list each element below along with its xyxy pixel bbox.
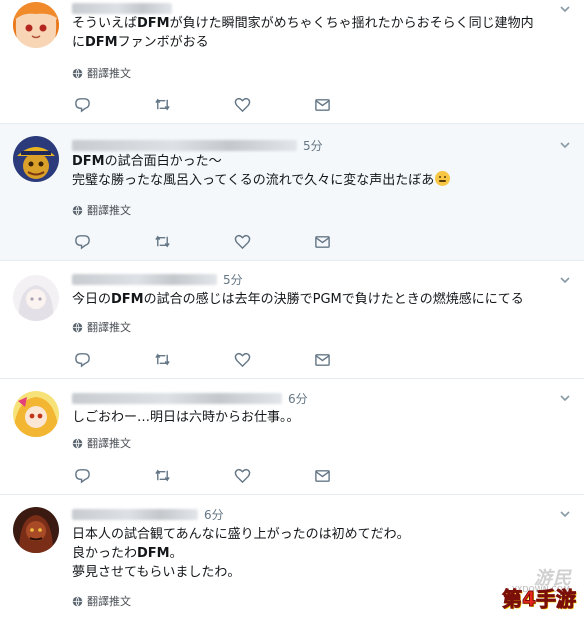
like-heart-icon[interactable] (234, 232, 314, 250)
translate-tweet-link[interactable]: 翻譯推文 (72, 435, 131, 451)
site-watermark: 游民 YXDOWN.COM 第4手游 (480, 568, 577, 612)
globe-icon (72, 205, 83, 216)
translate-label[interactable]: 翻譯推文 (87, 593, 131, 609)
tweet-timestamp[interactable]: 6分 (204, 506, 224, 523)
direct-message-icon[interactable] (314, 466, 394, 484)
reply-icon[interactable] (74, 350, 154, 368)
globe-icon (72, 322, 83, 333)
reply-icon[interactable] (74, 95, 154, 113)
tweet-actions (74, 350, 394, 368)
tweet[interactable]: 5分 DFMの試合面白かった〜 完璧な勝ったな風呂入ってくるの流れで久々に変な声… (0, 124, 584, 261)
like-heart-icon[interactable] (234, 95, 314, 113)
direct-message-icon[interactable] (314, 232, 394, 250)
avatar[interactable] (13, 275, 59, 321)
reply-icon[interactable] (74, 466, 154, 484)
tweet-timestamp[interactable]: 6分 (288, 390, 308, 407)
thinking-face-emoji-icon (435, 171, 451, 186)
tweet-text-line: 完璧な勝ったな風呂入ってくるの流れで久々に変な声出たぼあ (72, 171, 572, 190)
chevron-down-icon[interactable] (558, 391, 572, 405)
tweet-text: DFMの試合面白かった〜 完璧な勝ったな風呂入ってくるの流れで久々に変な声出たぼ… (72, 152, 572, 190)
tweet[interactable]: 6分 しごおわー…明日は六時からお仕事。。 翻譯推文 (0, 379, 584, 495)
globe-icon (72, 438, 83, 449)
translate-tweet-link[interactable]: 翻譯推文 (72, 202, 131, 218)
avatar[interactable] (13, 507, 59, 553)
tweet-text-line: しごおわー…明日は六時からお仕事。。 (72, 410, 300, 425)
tweet[interactable]: そういえばDFMが負けた瞬間家がめちゃくちゃ揺れたからおそらく同じ建物内 にDF… (0, 0, 584, 124)
retweet-icon[interactable] (154, 350, 234, 368)
translate-label[interactable]: 翻譯推文 (87, 435, 131, 451)
tweet-text: そういえばDFMが負けた瞬間家がめちゃくちゃ揺れたからおそらく同じ建物内 にDF… (72, 14, 572, 52)
globe-icon (72, 68, 83, 79)
like-heart-icon[interactable] (234, 350, 314, 368)
translate-tweet-link[interactable]: 翻譯推文 (72, 593, 131, 609)
globe-icon (72, 596, 83, 607)
retweet-icon[interactable] (154, 95, 234, 113)
tweet-text-line: 今日のDFMの試合の感じは去年の決勝でPGMで負けたときの燃焼感ににてる (72, 292, 524, 307)
tweet-timestamp[interactable]: 5分 (303, 137, 323, 154)
translate-label[interactable]: 翻譯推文 (87, 319, 131, 335)
username-redacted[interactable] (72, 2, 172, 14)
username-redacted[interactable] (72, 139, 297, 151)
retweet-icon[interactable] (154, 466, 234, 484)
reply-icon[interactable] (74, 232, 154, 250)
tweet-text: 今日のDFMの試合の感じは去年の決勝でPGMで負けたときの燃焼感ににてる (72, 290, 572, 309)
tweet-text-line: 良かったわDFM。 (72, 546, 183, 561)
tweet[interactable]: 5分 今日のDFMの試合の感じは去年の決勝でPGMで負けたときの燃焼感ににてる … (0, 261, 584, 379)
avatar[interactable] (13, 136, 59, 182)
tweet-text-line: DFMの試合面白かった〜 (72, 154, 222, 169)
translate-tweet-link[interactable]: 翻譯推文 (72, 319, 131, 335)
translate-label[interactable]: 翻譯推文 (87, 202, 131, 218)
translate-label[interactable]: 翻譯推文 (87, 65, 131, 81)
chevron-down-icon[interactable] (558, 507, 572, 521)
tweet-text-line: 日本人の試合観てあんなに盛り上がったのは初めてだわ。 (72, 527, 410, 542)
avatar[interactable] (13, 391, 59, 437)
avatar[interactable] (13, 2, 59, 48)
tweet-actions (74, 95, 394, 113)
tweet-timestamp[interactable]: 5分 (223, 271, 243, 288)
retweet-icon[interactable] (154, 232, 234, 250)
username-redacted[interactable] (72, 508, 198, 520)
username-redacted[interactable] (72, 392, 282, 404)
watermark-logo-text: 第4手游 (502, 587, 577, 612)
direct-message-icon[interactable] (314, 95, 394, 113)
like-heart-icon[interactable] (234, 466, 314, 484)
tweet-text-line: そういえばDFMが負けた瞬間家がめちゃくちゃ揺れたからおそらく同じ建物内 (72, 16, 534, 31)
direct-message-icon[interactable] (314, 350, 394, 368)
translate-tweet-link[interactable]: 翻譯推文 (72, 65, 131, 81)
chevron-down-icon[interactable] (558, 273, 572, 287)
tweet-actions (74, 232, 394, 250)
username-redacted[interactable] (72, 273, 217, 285)
tweet-text-line: にDFMファンボがおる (72, 35, 209, 50)
chevron-down-icon[interactable] (558, 138, 572, 152)
tweet-text: しごおわー…明日は六時からお仕事。。 (72, 408, 572, 427)
tweet-actions (74, 466, 394, 484)
